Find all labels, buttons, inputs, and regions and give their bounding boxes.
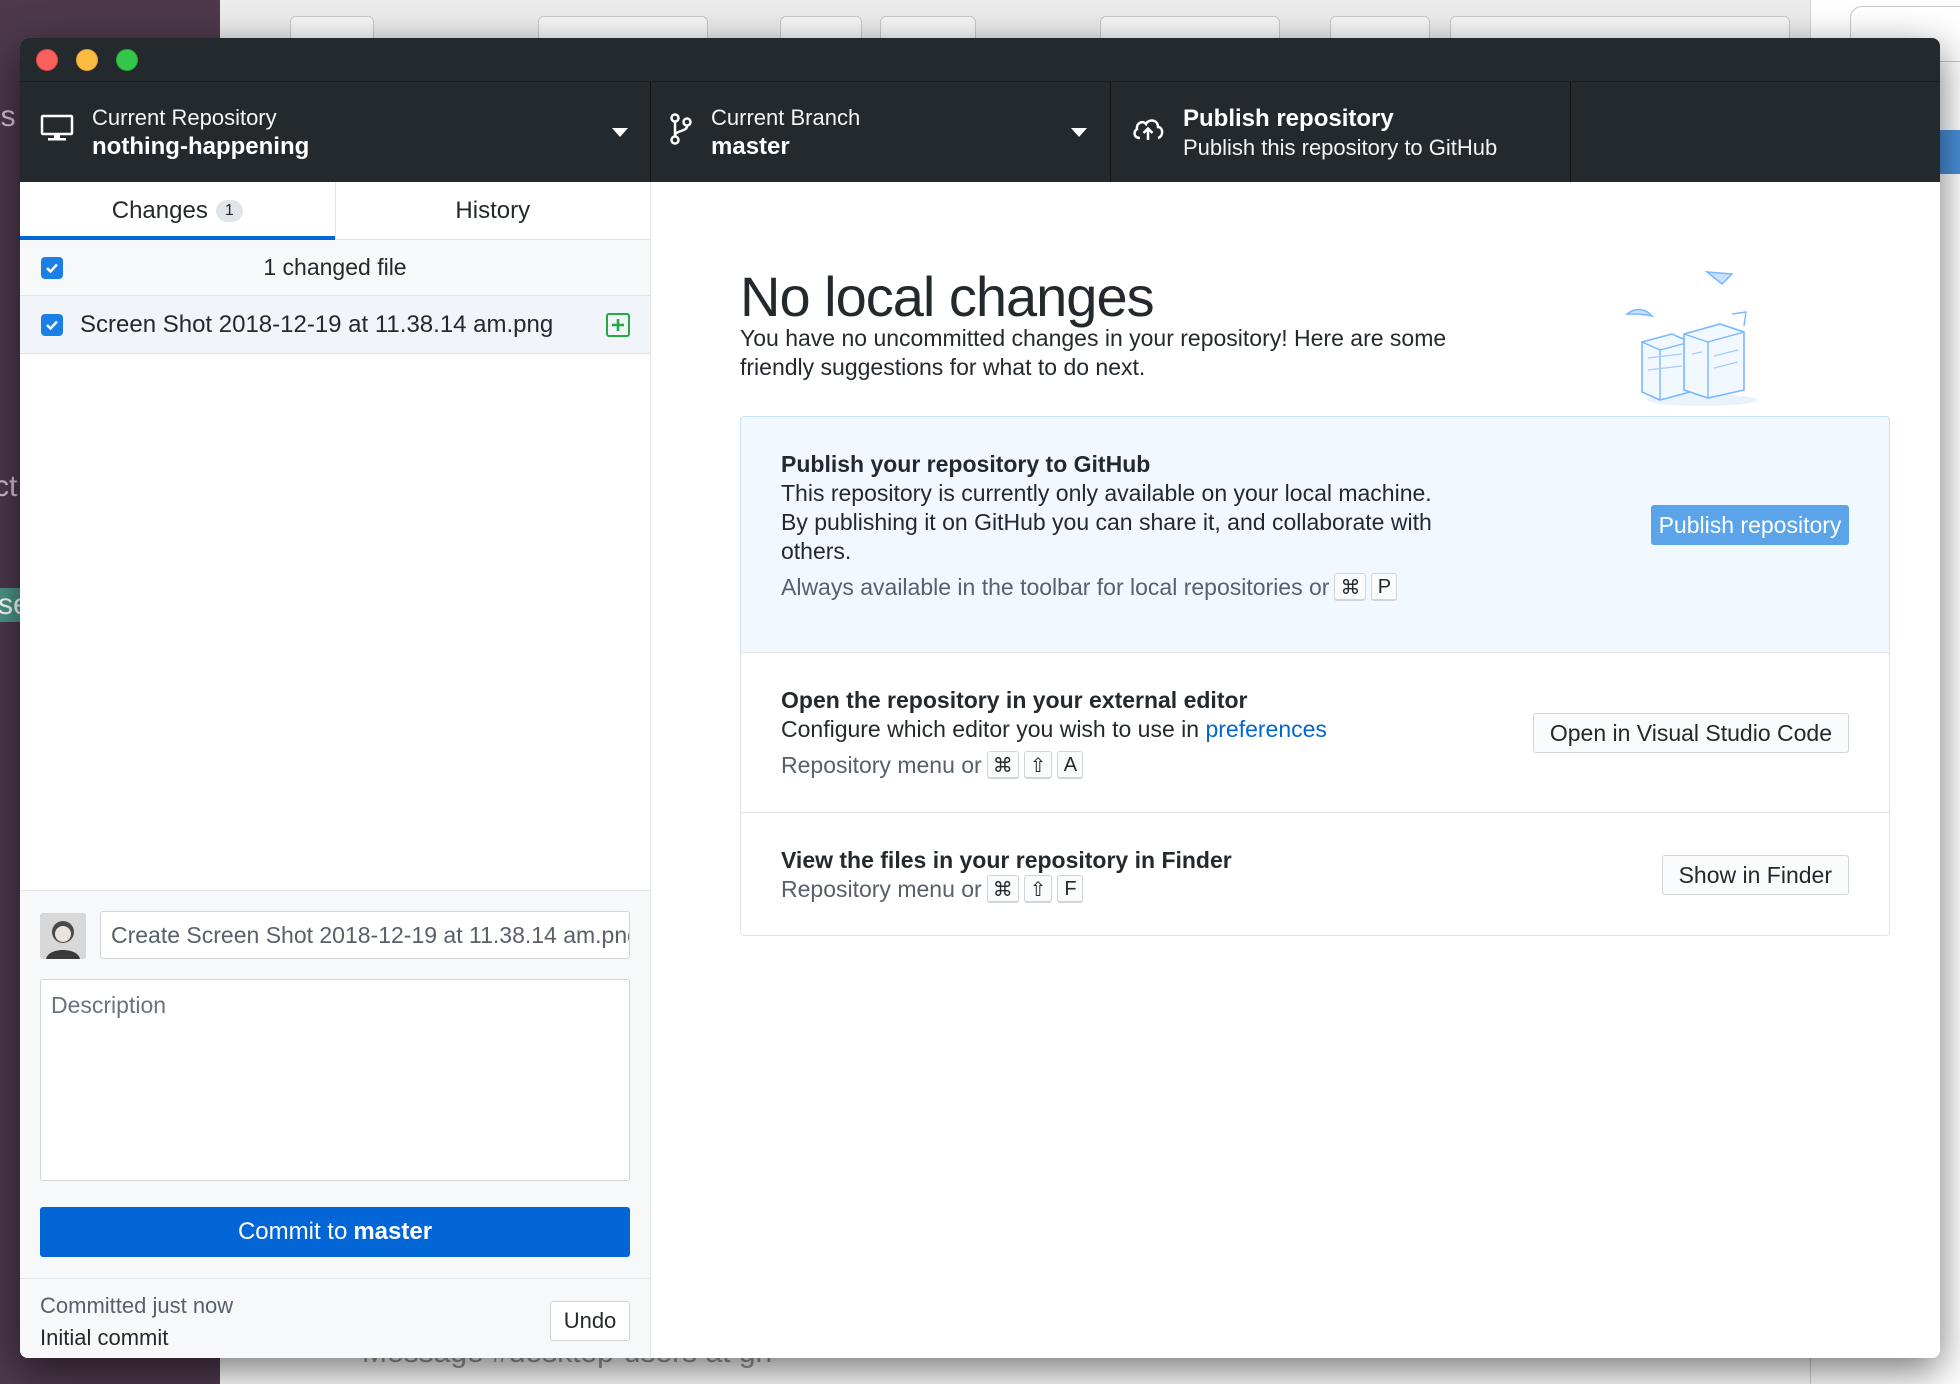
shift-key: ⇧ [1023,751,1053,779]
preferences-link[interactable]: preferences [1205,716,1326,742]
publish-suggestion-card: Publish your repository to GitHub This r… [740,416,1890,686]
tab-history-label: History [455,196,531,224]
tab-history[interactable]: History [334,182,651,239]
computer-icon [40,114,74,147]
chevron-down-icon [1071,128,1087,137]
background-glyph: ct [0,470,18,503]
changed-files-count: 1 changed file [263,254,407,280]
f-key: F [1057,875,1084,903]
commit-message-area: Create Screen Shot 2018-12-19 at 11.38.1… [20,890,650,1278]
current-branch-dropdown[interactable]: Current Branch master [651,82,1111,182]
show-in-finder-button[interactable]: Show in Finder [1661,855,1849,895]
commit-button-prefix: Commit to [237,1218,348,1245]
user-avatar [40,913,86,959]
minimize-window-button[interactable] [76,49,98,71]
finder-hint-text: Repository menu or [781,875,982,902]
changed-file-row[interactable]: Screen Shot 2018-12-19 at 11.38.14 am.pn… [20,296,650,354]
boxes-illustration [1532,262,1782,417]
editor-card-title: Open the repository in your external edi… [781,687,1248,713]
file-added-icon [606,313,630,337]
file-path: Screen Shot 2018-12-19 at 11.38.14 am.pn… [80,310,554,338]
file-include-checkbox[interactable] [41,314,63,336]
command-key: ⌘ [1334,573,1367,601]
repository-label: Current Repository [92,105,277,130]
editor-hint-text: Repository menu or [781,751,982,778]
actions-suggestion-card: Open the repository in your external edi… [740,652,1890,936]
open-in-editor-button[interactable]: Open in Visual Studio Code [1532,713,1849,753]
repository-name: nothing-happening [92,133,310,160]
publish-title: Publish repository [1183,105,1394,132]
command-key: ⌘ [986,751,1019,779]
p-key: P [1371,573,1398,601]
finder-card-hint: Repository menu or ⌘ ⇧ F [781,875,1084,903]
commit-button-branch: master [353,1218,433,1245]
close-window-button[interactable] [36,49,58,71]
publish-hint-text: Always available in the toolbar for loca… [781,573,1330,600]
undo-commit-area: Committed just now Initial commit Undo [20,1278,650,1358]
cloud-upload-icon [1131,116,1165,147]
changes-count-badge: 1 [215,199,243,222]
page-subtitle: You have no uncommitted changes in your … [740,325,1447,380]
publish-card-description-line2: By publishing it on GitHub you can share… [781,509,1432,535]
background-glyph: ls [0,100,16,133]
branch-name: master [711,133,790,160]
committed-time: Committed just now [40,1293,234,1318]
page-title: No local changes [740,265,1155,328]
shift-key: ⇧ [1023,875,1053,903]
editor-card-hint: Repository menu or ⌘ ⇧ A [781,751,1084,779]
publish-repository-toolbar-button[interactable]: Publish repository Publish this reposito… [1111,82,1571,182]
current-repository-dropdown[interactable]: Current Repository nothing-happening [20,82,651,182]
changed-files-header: 1 changed file [20,240,650,296]
publish-card-title: Publish your repository to GitHub [781,451,1151,477]
publish-card-description-line3: others. [781,538,852,564]
last-commit-message: Initial commit [40,1325,169,1350]
background-right-accent [1940,130,1960,174]
select-all-checkbox[interactable] [41,257,63,279]
no-changes-view: No local changes You have no uncommitted… [652,182,1940,1358]
tab-changes-label: Changes [111,196,208,224]
github-desktop-window: Current Repository nothing-happening Cur… [20,38,1940,1358]
undo-button[interactable]: Undo [550,1301,630,1341]
toolbar: Current Repository nothing-happening Cur… [20,82,1940,182]
commit-button[interactable]: Commit to master [40,1207,630,1257]
publish-card-hint: Always available in the toolbar for loca… [781,573,1398,601]
chevron-down-icon [612,128,628,137]
finder-card-title: View the files in your repository in Fin… [781,847,1232,873]
sidebar-tabs: Changes 1 History [20,182,650,240]
publish-subtitle: Publish this repository to GitHub [1183,135,1498,160]
commit-summary-input[interactable]: Create Screen Shot 2018-12-19 at 11.38.1… [100,911,630,959]
title-bar [20,38,1940,82]
zoom-window-button[interactable] [116,49,138,71]
commit-description-input[interactable]: Description [40,979,630,1181]
command-key: ⌘ [986,875,1019,903]
git-branch-icon [669,112,693,151]
a-key: A [1057,751,1084,779]
branch-label: Current Branch [711,105,861,130]
card-divider [741,812,1889,813]
editor-card-description: Configure which editor you wish to use i… [781,715,1327,744]
editor-description-text: Configure which editor you wish to use i… [781,716,1200,742]
tab-changes[interactable]: Changes 1 [20,182,335,240]
publish-card-description-line1: This repository is currently only availa… [781,480,1432,506]
changes-sidebar: Changes 1 History 1 changed file Screen … [20,182,651,1358]
publish-repository-button[interactable]: Publish repository [1651,505,1849,545]
